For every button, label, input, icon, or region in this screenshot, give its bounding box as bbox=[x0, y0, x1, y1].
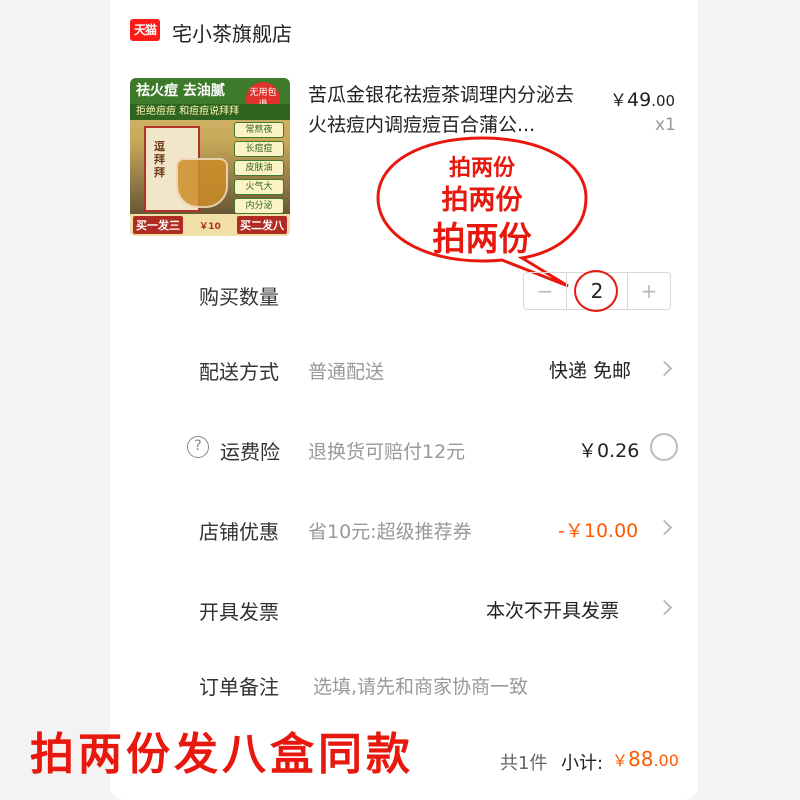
decrement-button[interactable]: − bbox=[524, 273, 566, 309]
promo-overlay-text: 拍两份发八盒同款 bbox=[30, 729, 414, 780]
product-tag: 常熬夜 bbox=[234, 122, 284, 138]
product-tag: 内分泌 bbox=[234, 198, 284, 214]
note-input[interactable]: 选填,请先和商家协商一致 bbox=[313, 672, 528, 699]
delivery-value: 普通配送 bbox=[308, 361, 385, 383]
coupon-label: 店铺优惠 bbox=[199, 520, 279, 544]
tea-cup-graphic bbox=[176, 158, 228, 208]
invoice-label: 开具发票 bbox=[199, 600, 279, 624]
quantity-label: 购买数量 bbox=[199, 285, 279, 309]
product-image[interactable]: 祛火痘 去油腻 无用包退 拒绝痘痘 和痘痘说拜拜 逗拜拜 常熬夜 长痘痘 皮肤油… bbox=[130, 78, 290, 236]
coupon-discount[interactable]: -￥10.00 bbox=[558, 516, 638, 543]
offer-buy-two: 买二发八 bbox=[237, 216, 287, 234]
product-image-tags: 常熬夜 长痘痘 皮肤油 火气大 内分泌 bbox=[234, 122, 284, 217]
price-int: 49 bbox=[627, 89, 652, 111]
product-price: ￥49.00 bbox=[610, 86, 675, 111]
product-image-offer-bar: 买一发三 ￥10 买二发八 bbox=[130, 214, 290, 236]
delivery-label: 配送方式 bbox=[199, 360, 279, 384]
quantity-highlight-circle bbox=[574, 270, 618, 312]
speech-bubble: 拍两份 拍两份 拍两份 bbox=[372, 130, 592, 290]
subtotal-price: ￥88.00 bbox=[612, 747, 679, 771]
subtotal-label: 小计: bbox=[561, 753, 604, 774]
offer-buy-one: 买一发三 bbox=[133, 216, 183, 234]
price-cents: .00 bbox=[651, 92, 676, 110]
subtotal-cents: .00 bbox=[653, 751, 679, 770]
product-tag: 火气大 bbox=[234, 179, 284, 195]
store-name[interactable]: 宅小茶旗舰店 bbox=[172, 18, 292, 47]
product-tag: 皮肤油 bbox=[234, 160, 284, 176]
insurance-price: ￥0.26 bbox=[578, 440, 640, 462]
bubble-text-3: 拍两份 bbox=[432, 219, 532, 258]
offer-price: ￥10 bbox=[199, 221, 221, 232]
help-icon[interactable]: ? bbox=[187, 436, 209, 458]
tea-box-text: 逗拜拜 bbox=[154, 140, 165, 179]
item-count: 共1件 bbox=[500, 753, 548, 774]
subtotal-int: 88 bbox=[628, 747, 654, 771]
subtotal-symbol: ￥ bbox=[612, 751, 629, 770]
product-qty: x1 bbox=[655, 115, 676, 135]
coupon-value: 省10元:超级推荐券 bbox=[308, 521, 472, 543]
insurance-label: 运费险 bbox=[220, 440, 280, 464]
invoice-option[interactable]: 本次不开具发票 bbox=[486, 596, 619, 623]
product-image-subline: 拒绝痘痘 和痘痘说拜拜 bbox=[130, 104, 290, 120]
price-symbol: ￥ bbox=[610, 91, 627, 111]
delivery-option[interactable]: 快递 免邮 bbox=[549, 356, 631, 383]
note-label: 订单备注 bbox=[199, 675, 279, 699]
product-tag: 长痘痘 bbox=[234, 141, 284, 157]
insurance-radio[interactable] bbox=[650, 433, 678, 461]
insurance-value: 退换货可赔付12元 bbox=[308, 441, 466, 463]
tmall-logo: 天猫 bbox=[130, 19, 160, 41]
increment-button[interactable]: + bbox=[628, 273, 670, 309]
